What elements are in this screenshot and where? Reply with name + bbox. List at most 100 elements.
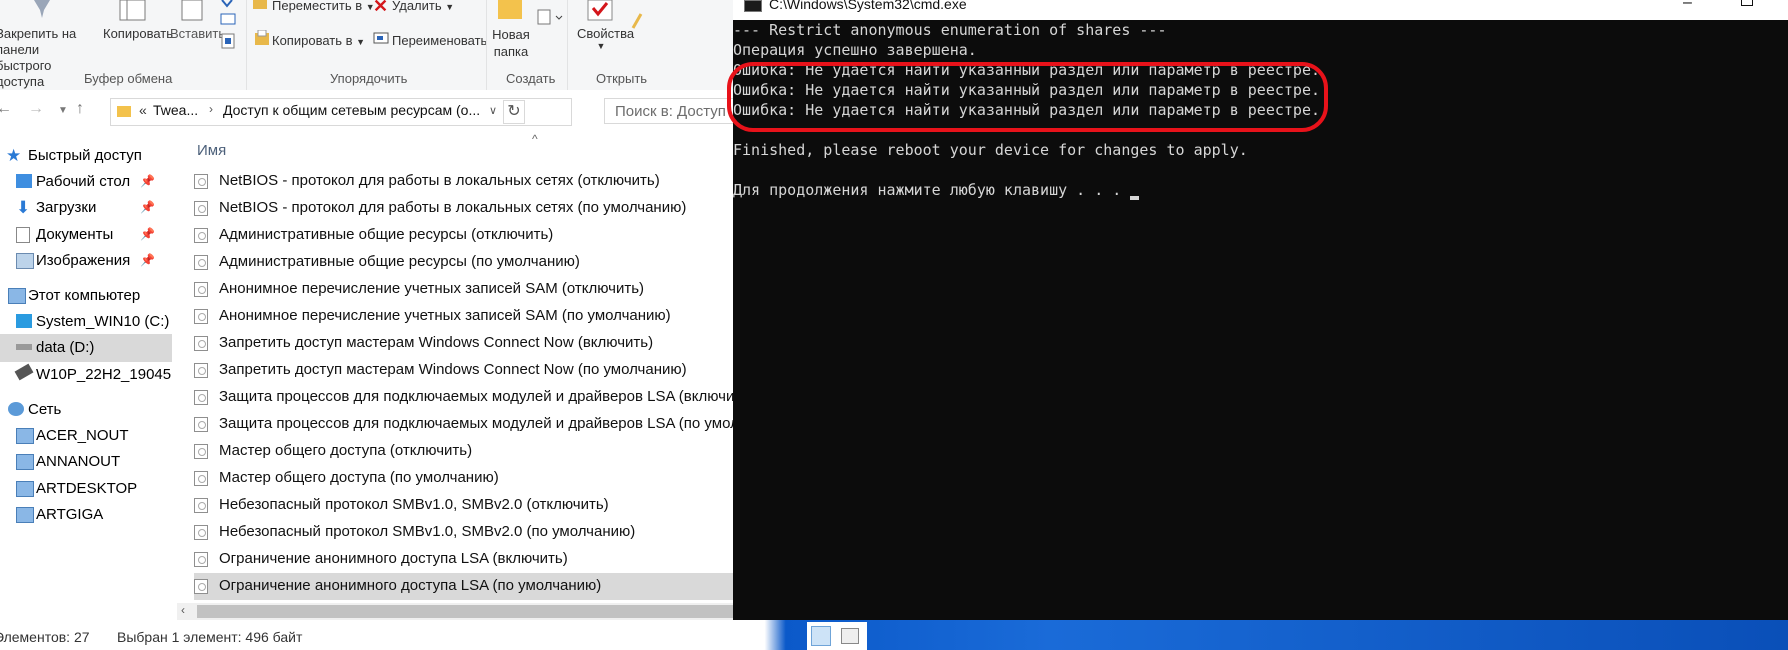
file-row[interactable]: Запретить доступ мастерам Windows Connec…	[194, 330, 733, 357]
pin-icon[interactable]: 📌	[140, 253, 155, 267]
new-folder-button[interactable]: Новая папка	[491, 26, 531, 60]
large-icons-view-icon[interactable]	[841, 628, 859, 644]
file-row[interactable]: NetBIOS - протокол для работы в локальны…	[194, 168, 733, 195]
breadcrumb-item-tweaks[interactable]: Twea...	[153, 102, 198, 118]
view-toggle[interactable]	[807, 622, 867, 650]
edit-icon[interactable]	[631, 10, 645, 30]
column-header-name[interactable]: Имя	[197, 142, 226, 159]
file-row[interactable]: Ограничение анонимного доступа LSA (вклю…	[194, 546, 733, 573]
console-line: Операция успешно завершена.	[733, 41, 977, 59]
paste-icon	[181, 0, 203, 21]
registry-file-icon	[194, 336, 208, 351]
registry-file-icon	[194, 525, 208, 540]
pin-icon[interactable]: 📌	[140, 174, 155, 188]
registry-file-icon	[194, 309, 208, 324]
file-row[interactable]: Защита процессов для подключаемых модуле…	[194, 384, 733, 411]
desktop-icon	[16, 174, 32, 188]
console-line: --- Restrict anonymous enumeration of sh…	[733, 21, 1167, 39]
delete-button[interactable]: Удалить ▼	[392, 0, 454, 13]
nav-item-label: Изображения	[36, 252, 131, 269]
nav-item-label: ARTDESKTOP	[36, 480, 138, 497]
move-to-icon	[253, 0, 267, 9]
details-view-icon[interactable]	[811, 626, 831, 646]
file-name: Небезопасный протокол SMBv1.0, SMBv2.0 (…	[219, 496, 609, 513]
copy-to-icon	[255, 30, 269, 45]
scroll-left-icon[interactable]: ‹	[181, 603, 185, 617]
nav-item-label: Этот компьютер	[28, 287, 141, 304]
nav-item-label: Сеть	[28, 401, 62, 418]
computer-icon	[8, 288, 26, 304]
copy-to-button[interactable]: Копировать в ▼	[272, 33, 365, 48]
item-count: Элементов: 27	[0, 629, 90, 645]
file-row[interactable]: Мастер общего доступа (по умолчанию)	[194, 465, 733, 492]
file-row[interactable]: Небезопасный протокол SMBv1.0, SMBv2.0 (…	[194, 519, 733, 546]
sort-indicator-icon: ^	[532, 134, 538, 146]
nav-item-label: System_WIN10 (C:)	[36, 313, 170, 330]
open-group-label: Открыть	[596, 71, 648, 86]
cut-icon[interactable]	[220, 0, 234, 10]
pin-label-line1: Закрепить на панели	[0, 26, 77, 57]
star-icon: ★	[6, 146, 22, 165]
computer-icon	[16, 428, 34, 444]
file-row-selected[interactable]: Ограничение анонимного доступа LSA (по у…	[194, 573, 733, 600]
file-row[interactable]: Административные общие ресурсы (по умолч…	[194, 249, 733, 276]
address-dropdown-icon[interactable]: ∨	[489, 104, 497, 117]
file-row[interactable]: Анонимное перечисление учетных записей S…	[194, 303, 733, 330]
rename-button[interactable]: Переименовать	[392, 33, 487, 48]
new-item-icon[interactable]	[536, 8, 564, 28]
nav-item-drive-d[interactable]: data (D:)	[0, 334, 172, 362]
recent-locations-chevron-icon[interactable]: ▼	[58, 105, 68, 116]
copy-path-icon[interactable]	[220, 13, 236, 25]
file-name: Ограничение анонимного доступа LSA (по у…	[219, 577, 602, 594]
file-row[interactable]: Административные общие ресурсы (отключит…	[194, 222, 733, 249]
file-name: NetBIOS - протокол для работы в локальны…	[219, 172, 660, 189]
nav-item-label: data (D:)	[36, 339, 95, 356]
up-arrow-icon[interactable]: ↑	[76, 100, 84, 118]
breadcrumb-separator-icon[interactable]: ›	[209, 102, 213, 116]
move-to-button[interactable]: Переместить в ▼	[272, 0, 375, 13]
organize-group-label: Упорядочить	[330, 71, 408, 86]
forward-arrow-icon[interactable]: →	[28, 100, 44, 118]
paste-shortcut-icon[interactable]	[221, 33, 235, 49]
copy-button[interactable]: Копировать	[103, 26, 173, 41]
computer-icon	[16, 507, 34, 523]
registry-file-icon	[194, 444, 208, 459]
file-row[interactable]: NetBIOS - протокол для работы в локальны…	[194, 195, 733, 222]
pin-icon[interactable]: 📌	[140, 227, 155, 241]
computer-icon	[16, 454, 34, 470]
refresh-icon[interactable]: ↻	[503, 100, 525, 124]
file-row[interactable]: Мастер общего доступа (отключить)	[194, 438, 733, 465]
properties-icon	[587, 0, 613, 21]
file-name: Мастер общего доступа (отключить)	[219, 442, 473, 459]
back-arrow-icon[interactable]: ←	[0, 100, 12, 118]
cmd-title-bar[interactable]: C:\Windows\System32\cmd.exe –	[733, 0, 1788, 20]
registry-file-icon	[194, 552, 208, 567]
properties-button[interactable]: Свойства ▼	[577, 26, 634, 51]
new-folder-label-line2: папка	[493, 44, 529, 59]
breadcrumb-overflow[interactable]: «	[139, 102, 147, 118]
minimize-icon[interactable]: –	[1683, 0, 1692, 12]
rename-icon	[373, 32, 389, 44]
maximize-icon[interactable]	[1741, 0, 1753, 6]
file-row[interactable]: Небезопасный протокол SMBv1.0, SMBv2.0 (…	[194, 492, 733, 519]
nav-item-usb-drive[interactable]: W10P_22H2_19045.	[0, 361, 172, 389]
copy-to-label: Копировать в	[272, 33, 353, 48]
file-row[interactable]: Защита процессов для подключаемых модуле…	[194, 411, 733, 438]
cmd-app-icon	[744, 0, 762, 12]
registry-file-icon	[194, 255, 208, 270]
download-icon: ⬇	[16, 198, 31, 217]
paste-button[interactable]: Вставить	[170, 26, 225, 41]
breadcrumb-item-current[interactable]: Доступ к общим сетевым ресурсам (о...	[223, 102, 480, 118]
new-folder-label-line1: Новая	[492, 27, 530, 42]
file-row[interactable]: Запретить доступ мастерам Windows Connec…	[194, 357, 733, 384]
horizontal-scrollbar[interactable]: ‹	[177, 603, 745, 620]
file-name: Анонимное перечисление учетных записей S…	[219, 280, 645, 297]
nav-item-label: Документы	[36, 226, 114, 243]
file-row[interactable]: Анонимное перечисление учетных записей S…	[194, 276, 733, 303]
pin-icon[interactable]: 📌	[140, 200, 155, 214]
move-to-label: Переместить в	[272, 0, 363, 13]
scrollbar-thumb[interactable]	[197, 605, 745, 618]
computer-icon	[16, 481, 34, 497]
nav-item-label: Рабочий стол	[36, 173, 131, 190]
search-input[interactable]: Поиск в: Доступ	[604, 98, 744, 124]
